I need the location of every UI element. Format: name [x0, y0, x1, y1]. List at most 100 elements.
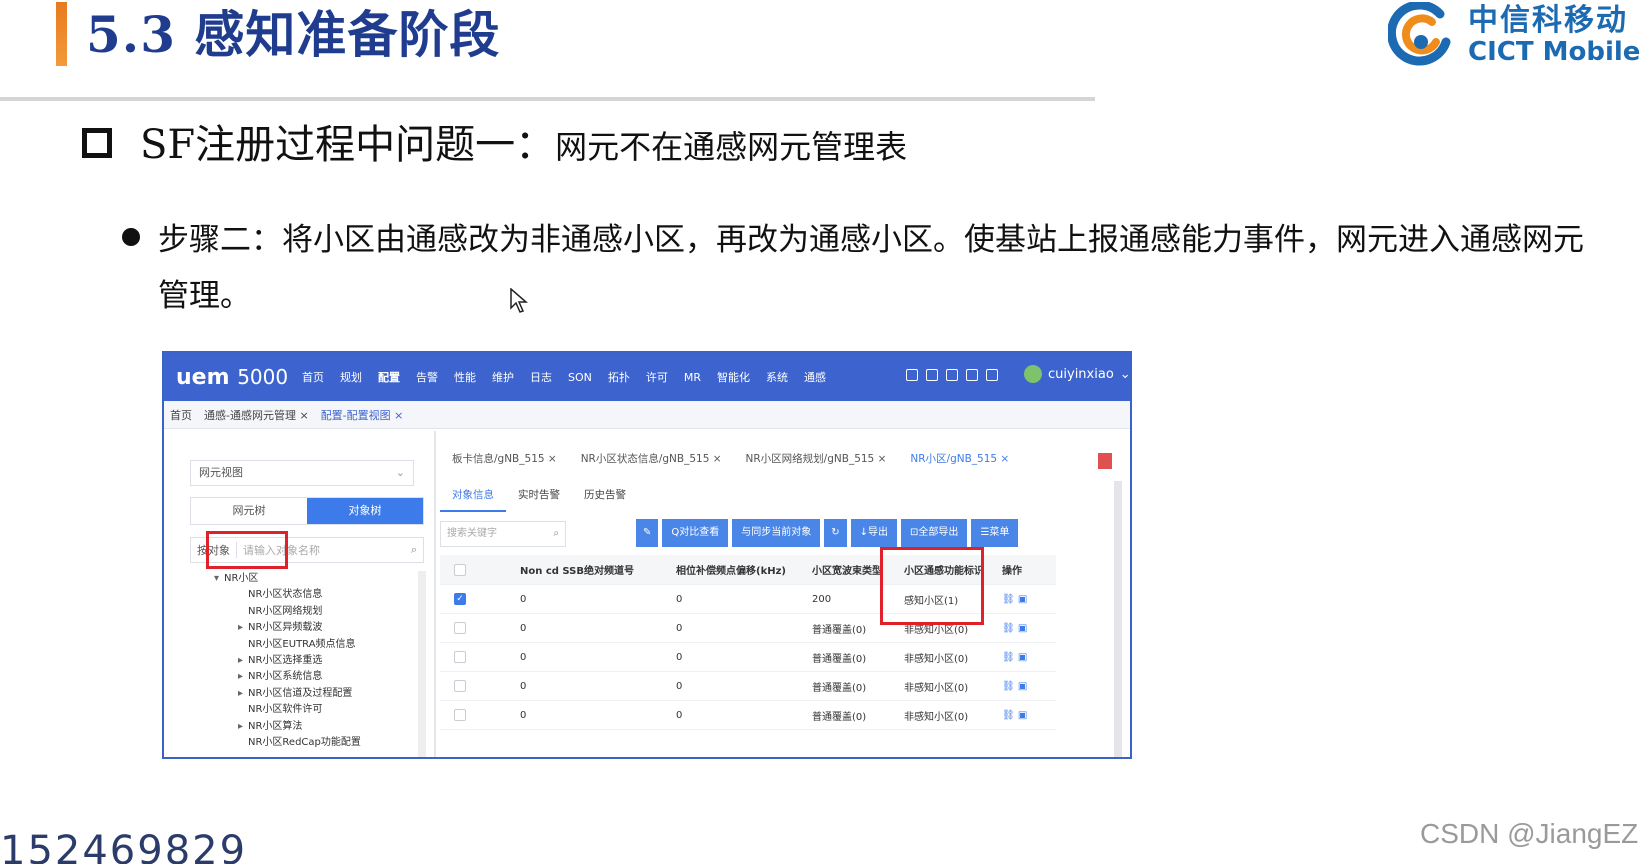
- user-menu[interactable]: cuiyinxiao ⌄: [1024, 365, 1130, 383]
- edit-icon[interactable]: ▣: [1015, 623, 1027, 634]
- tab-ne-tree[interactable]: 网元树: [191, 498, 307, 524]
- select-all-checkbox[interactable]: [454, 563, 466, 576]
- question-prefix: SF注册过程中问题一：: [140, 122, 556, 168]
- download-icon[interactable]: [946, 369, 958, 381]
- info-subtab[interactable]: 实时告警: [506, 487, 572, 512]
- object-tab[interactable]: NR小区/gNB_515 ×: [898, 451, 1021, 466]
- tree-item[interactable]: NR小区EUTRA频点信息: [214, 637, 361, 653]
- info-subtab[interactable]: 历史告警: [572, 487, 638, 512]
- tree-item-label: NR小区网络规划: [248, 605, 323, 617]
- search-icon[interactable]: ⌕: [411, 543, 423, 557]
- table-scrollbar[interactable]: [1114, 481, 1122, 757]
- toolbar-button[interactable]: ↻: [824, 519, 847, 547]
- link-icon[interactable]: ⛓: [1002, 681, 1015, 692]
- breadcrumb-item[interactable]: 首页: [164, 407, 198, 423]
- link-icon[interactable]: ⛓: [1002, 710, 1015, 721]
- link-icon[interactable]: ⛓: [1002, 652, 1015, 663]
- link-icon[interactable]: ⛓: [1002, 594, 1015, 605]
- menu-item[interactable]: 规划: [332, 369, 370, 385]
- toolbar-button[interactable]: 与同步当前对象: [732, 519, 821, 547]
- menu-item[interactable]: 维护: [484, 369, 522, 385]
- menu-item[interactable]: 通感: [796, 369, 834, 385]
- tree-root-label: NR小区: [224, 573, 259, 584]
- object-tree: ▾ NR小区 NR小区状态信息 NR小区网络规划 ▸ NR小区异频载波 NR小区EUTRA…: [214, 571, 361, 751]
- menu-item[interactable]: 日志: [522, 369, 560, 385]
- panel-divider: [434, 431, 436, 757]
- phase-offset-cell: 0: [676, 593, 683, 605]
- question-heading: SF注册过程中问题一：网元不在通感网元管理表: [140, 120, 907, 172]
- tree-mode-switch: 网元树 对象树: [190, 497, 424, 525]
- column-header[interactable]: Non cd SSB绝对频道号: [520, 562, 676, 577]
- close-all-tabs-icon[interactable]: [1098, 453, 1112, 469]
- tree-item[interactable]: ▸ NR小区算法: [214, 719, 361, 735]
- menu-item[interactable]: MR: [676, 371, 709, 384]
- app-topbar: uem 5000 首页 规划 配置 告警 性能 维护 日志 SON 拓扑 许可 MR 智能化 系统 通感 …: [164, 353, 1130, 401]
- row-checkbox[interactable]: [454, 622, 466, 634]
- column-header[interactable]: 相位补偿频点偏移(kHz): [676, 562, 812, 577]
- toolbar-button[interactable]: ☰菜单: [971, 519, 1019, 547]
- menu-item[interactable]: 首页: [294, 369, 332, 385]
- tree-item[interactable]: NR小区状态信息: [214, 587, 361, 603]
- help-icon[interactable]: [986, 369, 998, 381]
- tree-item[interactable]: NR小区RedCap功能配置: [214, 735, 361, 751]
- brand-name: uem: [176, 365, 230, 390]
- caret-right-icon: ▸: [238, 671, 244, 683]
- ssb-cell: 0: [520, 593, 527, 605]
- link-icon[interactable]: ⛓: [1002, 623, 1015, 634]
- menu-item[interactable]: 系统: [758, 369, 796, 385]
- toolbar-button[interactable]: ✎: [636, 519, 659, 547]
- view-select[interactable]: 网元视图 ⌄: [190, 460, 414, 486]
- tree-item[interactable]: NR小区网络规划: [214, 604, 361, 620]
- notification-icon[interactable]: [926, 369, 938, 381]
- sensing-flag-cell: 非感知小区(0): [904, 682, 969, 694]
- tree-item[interactable]: ▸ NR小区信道及过程配置: [214, 686, 361, 702]
- object-tab[interactable]: NR小区状态信息/gNB_515 ×: [569, 451, 734, 466]
- caret-right-icon: ▸: [238, 622, 244, 634]
- menu-item[interactable]: 智能化: [709, 369, 758, 385]
- table-row[interactable]: 0 0 普通覆盖(0) 非感知小区(0) ⛓ ▣: [440, 672, 1056, 701]
- edit-icon[interactable]: ▣: [1015, 594, 1027, 605]
- toolbar-button[interactable]: ↓导出: [850, 519, 898, 547]
- menu-item[interactable]: 告警: [408, 369, 446, 385]
- object-tab[interactable]: NR小区网络规划/gNB_515 ×: [734, 451, 899, 466]
- row-checkbox[interactable]: ✓: [454, 593, 466, 605]
- edit-icon[interactable]: ▣: [1015, 710, 1027, 721]
- edit-icon[interactable]: ▣: [1015, 681, 1027, 692]
- left-scrollbar[interactable]: [418, 571, 426, 757]
- row-checkbox[interactable]: [454, 651, 466, 663]
- object-tab[interactable]: 板卡信息/gNB_515 ×: [440, 451, 569, 466]
- menu-item[interactable]: 许可: [638, 369, 676, 385]
- task-icon[interactable]: [966, 369, 978, 381]
- caret-down-icon: ▾: [214, 573, 220, 584]
- row-select-cell: [440, 651, 480, 663]
- menu-item[interactable]: 拓扑: [600, 369, 638, 385]
- table-row[interactable]: 0 0 普通覆盖(0) 非感知小区(0) ⛓ ▣: [440, 701, 1056, 730]
- row-checkbox[interactable]: [454, 709, 466, 721]
- tree-item[interactable]: ▸ NR小区系统信息: [214, 669, 361, 685]
- toolbar-button[interactable]: Q对比查看: [662, 519, 729, 547]
- menu-item[interactable]: 性能: [446, 369, 484, 385]
- edit-icon[interactable]: ▣: [1015, 652, 1027, 663]
- tree-item-label: NR小区信道及过程配置: [248, 687, 353, 699]
- info-subtab[interactable]: 对象信息: [440, 487, 506, 512]
- mail-icon[interactable]: [906, 369, 918, 381]
- tree-item[interactable]: NR小区软件许可: [214, 702, 361, 718]
- section-title: 5.3 感知准备阶段: [86, 5, 501, 64]
- column-header[interactable]: 操作: [1002, 562, 1042, 577]
- keyword-search-input[interactable]: 搜索关键字 ⌕: [440, 521, 566, 547]
- breadcrumb-item[interactable]: 通感-通感网元管理 ×: [198, 407, 315, 423]
- table-row[interactable]: 0 0 普通覆盖(0) 非感知小区(0) ⛓ ▣: [440, 643, 1056, 672]
- toolbar-button[interactable]: ⊡全部导出: [901, 519, 968, 547]
- uem-screenshot: uem 5000 首页 规划 配置 告警 性能 维护 日志 SON 拓扑 许可 MR 智能化 系统 通感 …: [162, 351, 1132, 759]
- round-bullet-icon: [122, 228, 140, 246]
- menu-item[interactable]: SON: [560, 371, 600, 384]
- breadcrumb-item[interactable]: 配置-配置视图 ×: [315, 407, 410, 423]
- left-panel: 网元视图 ⌄ 网元树 对象树 按对象 请输入对象名称 ⌕ ▾ NR小区 NR小区状态…: [164, 431, 426, 757]
- row-checkbox[interactable]: [454, 680, 466, 692]
- chevron-down-icon: ⌄: [395, 466, 405, 479]
- menu-item[interactable]: 配置: [370, 369, 408, 385]
- tree-item[interactable]: ▸ NR小区异频载波: [214, 620, 361, 636]
- tree-root-nr-cell[interactable]: ▾ NR小区: [214, 571, 361, 587]
- tab-object-tree[interactable]: 对象树: [307, 498, 423, 524]
- tree-item[interactable]: ▸ NR小区选择重选: [214, 653, 361, 669]
